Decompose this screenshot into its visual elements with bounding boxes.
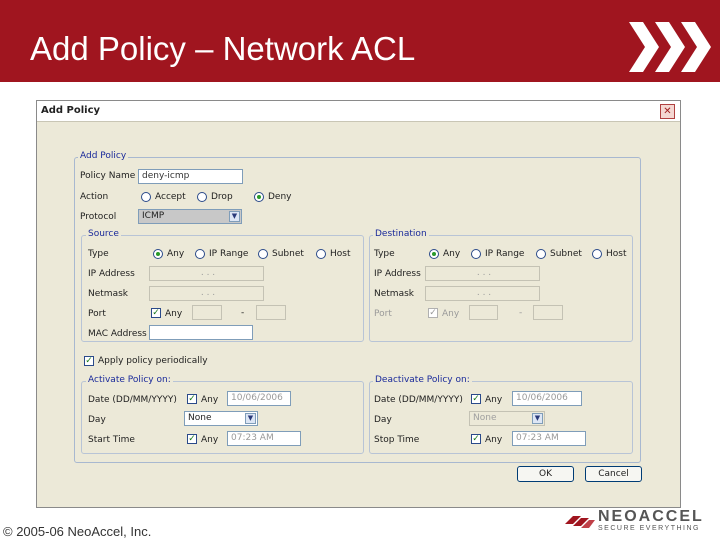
chevron-down-icon[interactable]: ▼: [229, 211, 240, 222]
apply-periodically-label: Apply policy periodically: [98, 356, 208, 366]
chevron-down-icon[interactable]: ▼: [245, 413, 256, 424]
destination-type-iprange-radio[interactable]: [471, 249, 481, 259]
source-port-to-input[interactable]: [256, 305, 286, 320]
chevrons-icon: [629, 22, 711, 72]
destination-port-dash: -: [519, 308, 523, 318]
deactivate-date-label: Date (DD/MM/YYYY): [374, 395, 463, 405]
destination-type-any-label: Any: [443, 249, 461, 259]
destination-type-any-radio[interactable]: [429, 249, 439, 259]
dialog-title: Add Policy: [41, 105, 101, 116]
copyright-footer: © 2005-06 NeoAccel, Inc.: [3, 524, 152, 539]
activate-date-input[interactable]: 10/06/2006: [227, 391, 291, 406]
deactivate-day-value: None: [473, 413, 497, 423]
activate-date-any-checkbox[interactable]: ✓: [187, 394, 197, 404]
destination-netmask-label: Netmask: [374, 289, 414, 299]
destination-port-label: Port: [374, 309, 392, 319]
add-policy-dialog: Add Policy ✕ Add Policy Policy Name deny…: [36, 100, 681, 508]
source-type-any-radio[interactable]: [153, 249, 163, 259]
add-policy-group-title: Add Policy: [78, 151, 129, 161]
destination-type-host-label: Host: [606, 249, 627, 259]
chevron-down-icon[interactable]: ▼: [532, 413, 543, 424]
deactivate-day-select[interactable]: None ▼: [469, 411, 545, 426]
source-port-any-checkbox[interactable]: ✓: [151, 308, 161, 318]
destination-type-subnet-label: Subnet: [550, 249, 582, 259]
stop-time-input[interactable]: 07:23 AM: [512, 431, 586, 446]
policy-name-input[interactable]: deny-icmp: [138, 169, 243, 184]
source-ip-label: IP Address: [88, 269, 135, 279]
source-ip-input[interactable]: . . .: [149, 266, 264, 281]
close-button[interactable]: ✕: [660, 104, 675, 119]
source-type-subnet-radio[interactable]: [258, 249, 268, 259]
ok-button[interactable]: OK: [517, 466, 574, 482]
source-type-any-label: Any: [167, 249, 185, 259]
neoaccel-logo-icon: [565, 516, 595, 528]
action-accept-label: Accept: [155, 192, 186, 202]
destination-group-title: Destination: [373, 229, 429, 239]
start-time-input[interactable]: 07:23 AM: [227, 431, 301, 446]
start-time-any-checkbox[interactable]: ✓: [187, 434, 197, 444]
destination-type-label: Type: [374, 249, 395, 259]
source-netmask-label: Netmask: [88, 289, 128, 299]
deactivate-date-input[interactable]: 10/06/2006: [512, 391, 582, 406]
source-netmask-input[interactable]: . . .: [149, 286, 264, 301]
activate-policy-title: Activate Policy on:: [86, 375, 173, 385]
source-group-title: Source: [86, 229, 121, 239]
destination-port-to-input[interactable]: [533, 305, 563, 320]
source-port-label: Port: [88, 309, 106, 319]
activate-date-any-label: Any: [201, 395, 219, 405]
protocol-value: ICMP: [142, 211, 165, 221]
destination-port-from-input[interactable]: [469, 305, 498, 320]
source-type-label: Type: [88, 249, 109, 259]
deactivate-date-any-label: Any: [485, 395, 503, 405]
destination-type-subnet-radio[interactable]: [536, 249, 546, 259]
action-deny-radio[interactable]: [254, 192, 264, 202]
deactivate-policy-title: Deactivate Policy on:: [373, 375, 472, 385]
dialog-titlebar: Add Policy ✕: [37, 101, 680, 122]
source-port-dash: -: [241, 308, 245, 318]
stop-time-any-checkbox[interactable]: ✓: [471, 434, 481, 444]
destination-port-any-label: Any: [442, 309, 460, 319]
source-type-iprange-radio[interactable]: [195, 249, 205, 259]
deactivate-day-label: Day: [374, 415, 392, 425]
deactivate-date-any-checkbox[interactable]: ✓: [471, 394, 481, 404]
stop-time-label: Stop Time: [374, 435, 420, 445]
activate-day-select[interactable]: None ▼: [184, 411, 258, 426]
policy-name-label: Policy Name: [80, 171, 136, 181]
action-label: Action: [80, 192, 109, 202]
source-port-from-input[interactable]: [192, 305, 222, 320]
mac-address-input[interactable]: [149, 325, 253, 340]
stop-time-any-label: Any: [485, 435, 503, 445]
brand-tagline: SECURE EVERYTHING: [598, 525, 700, 532]
destination-type-host-radio[interactable]: [592, 249, 602, 259]
source-type-host-label: Host: [330, 249, 351, 259]
apply-periodically-checkbox[interactable]: ✓: [84, 356, 94, 366]
source-port-any-label: Any: [165, 309, 183, 319]
cancel-button[interactable]: Cancel: [585, 466, 642, 482]
action-drop-label: Drop: [211, 192, 233, 202]
protocol-select[interactable]: ICMP ▼: [138, 209, 242, 224]
action-deny-label: Deny: [268, 192, 292, 202]
source-type-host-radio[interactable]: [316, 249, 326, 259]
mac-address-label: MAC Address: [88, 329, 147, 339]
destination-port-any-checkbox[interactable]: ✓: [428, 308, 438, 318]
activate-day-label: Day: [88, 415, 106, 425]
protocol-label: Protocol: [80, 212, 117, 222]
start-time-label: Start Time: [88, 435, 135, 445]
brand-logo: NEOACCEL SECURE EVERYTHING: [563, 508, 713, 534]
destination-type-iprange-label: IP Range: [485, 249, 525, 259]
destination-netmask-input[interactable]: . . .: [425, 286, 540, 301]
destination-ip-label: IP Address: [374, 269, 421, 279]
source-type-iprange-label: IP Range: [209, 249, 249, 259]
slide-title: Add Policy – Network ACL: [30, 30, 416, 67]
source-type-subnet-label: Subnet: [272, 249, 304, 259]
activate-day-value: None: [188, 413, 212, 423]
destination-ip-input[interactable]: . . .: [425, 266, 540, 281]
action-drop-radio[interactable]: [197, 192, 207, 202]
brand-name: NEOACCEL: [598, 508, 704, 525]
start-time-any-label: Any: [201, 435, 219, 445]
activate-date-label: Date (DD/MM/YYYY): [88, 395, 177, 405]
action-accept-radio[interactable]: [141, 192, 151, 202]
